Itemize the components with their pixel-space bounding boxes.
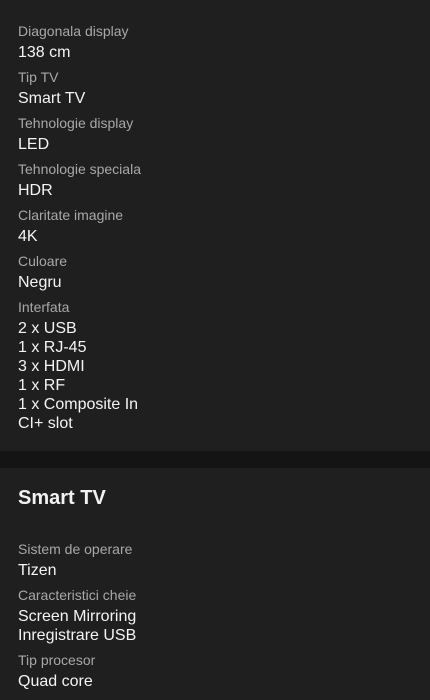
spec-value: 4K [18,228,38,245]
spec-value: Negru [18,274,62,291]
spec-value: LED [18,136,50,153]
smart-tv-card: Smart TV Sistem de operare Tizen Caracte… [0,468,430,700]
spec-key-features: Caracteristici cheie Screen Mirroring In… [18,586,412,645]
spec-value: 138 cm [18,44,71,61]
interface-values: 2 x USB 1 x RJ-45 3 x HDMI 1 x RF 1 x Co… [18,319,412,433]
interface-value: 3 x HDMI [18,358,85,375]
feature-values: Screen Mirroring Inregistrare USB [18,607,412,645]
spec-operating-system: Sistem de operare Tizen [18,540,412,580]
spec-image-clarity: Claritate imagine 4K [18,206,412,246]
spec-processor-type: Tip procesor Quad core [18,651,412,691]
spec-value: HDR [18,182,53,199]
spec-label: Tip TV [18,69,59,85]
interface-value: 1 x RJ-45 [18,339,87,356]
spec-display-technology: Tehnologie display LED [18,114,412,154]
spec-label: Sistem de operare [18,541,133,557]
spec-label: Diagonala display [18,23,129,39]
spec-interface: Interfata 2 x USB 1 x RJ-45 3 x HDMI 1 x… [18,298,412,433]
spec-label: Culoare [18,253,68,269]
spec-value: Smart TV [18,90,86,107]
interface-value: 1 x RF [18,377,66,394]
feature-value: Inregistrare USB [18,627,137,644]
spec-label: Tehnologie speciala [18,161,141,177]
product-specs-page: Diagonala display 138 cm Tip TV Smart TV… [0,0,430,700]
spec-display-diagonal: Diagonala display 138 cm [18,22,412,62]
interface-value: 2 x USB [18,320,77,337]
spec-value: Quad core [18,673,93,690]
section-divider [0,451,430,468]
feature-value: Screen Mirroring [18,608,137,625]
spec-label: Claritate imagine [18,207,124,223]
section-title: Smart TV [18,487,106,509]
spec-label: Tehnologie display [18,115,134,131]
spec-color: Culoare Negru [18,252,412,292]
spec-value: Tizen [18,562,57,579]
spec-special-technology: Tehnologie speciala HDR [18,160,412,200]
spec-tv-type: Tip TV Smart TV [18,68,412,108]
interface-value: 1 x Composite In [18,396,139,413]
interface-value: CI+ slot [18,415,73,432]
spec-label: Caracteristici cheie [18,587,137,603]
spec-label: Interfata [18,299,70,315]
general-specs-card: Diagonala display 138 cm Tip TV Smart TV… [0,0,430,451]
spec-label: Tip procesor [18,652,96,668]
